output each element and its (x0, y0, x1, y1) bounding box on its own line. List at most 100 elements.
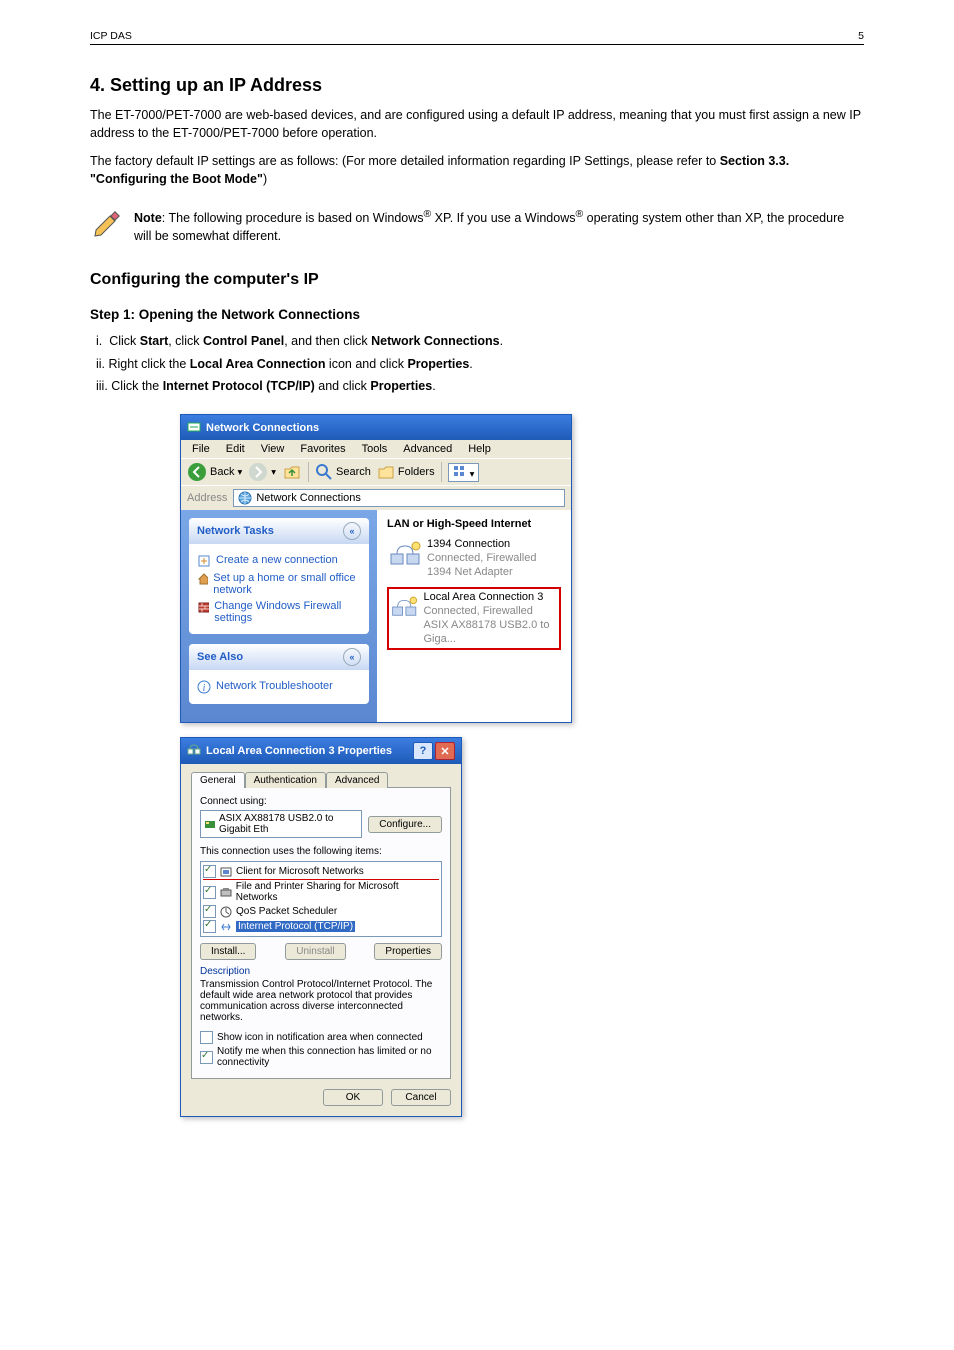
description-text: Transmission Control Protocol/Internet P… (200, 979, 442, 1023)
search-button[interactable]: Search (315, 463, 371, 481)
list-item[interactable]: File and Printer Sharing for Microsoft N… (203, 880, 439, 904)
views-button[interactable]: ▾ (448, 463, 480, 482)
connect-using-label: Connect using: (200, 796, 442, 807)
menu-view[interactable]: View (254, 442, 292, 456)
section-heading: Configuring the computer's IP (90, 271, 864, 289)
info-icon: i (197, 680, 211, 694)
header-left: ICP DAS (90, 30, 132, 42)
notify-checkbox[interactable]: Notify me when this connection has limit… (200, 1046, 442, 1068)
wizard-icon (197, 554, 211, 568)
network-connections-window: Network Connections File Edit View Favor… (180, 414, 572, 723)
tab-general[interactable]: General (191, 772, 245, 788)
step-list: i. Click Start, click Control Panel, and… (90, 332, 864, 396)
items-list[interactable]: Client for Microsoft Networks File and P… (200, 861, 442, 937)
ok-button[interactable]: OK (323, 1089, 383, 1106)
menubar[interactable]: File Edit View Favorites Tools Advanced … (181, 440, 571, 458)
task-setup-network[interactable]: Set up a home or small office network (197, 572, 361, 596)
share-icon (220, 886, 232, 898)
firewall-icon (197, 600, 209, 614)
adapter-field: ASIX AX88178 USB2.0 to Gigabit Eth (200, 810, 362, 838)
header-right: 5 (858, 30, 864, 42)
checkbox-icon[interactable] (200, 1031, 213, 1044)
toolbar: Back ▾ ▾ Search Folders (181, 458, 571, 485)
checkbox-icon[interactable] (203, 920, 216, 933)
list-item[interactable]: QoS Packet Scheduler (203, 904, 439, 919)
search-icon (315, 463, 333, 481)
address-label: Address (187, 492, 227, 504)
address-input[interactable]: Network Connections (233, 489, 565, 507)
menu-help[interactable]: Help (461, 442, 498, 456)
list-item-tcpip[interactable]: Internet Protocol (TCP/IP) (203, 919, 439, 934)
window-title: Network Connections (206, 422, 319, 434)
help-button[interactable]: ? (413, 742, 433, 760)
menu-file[interactable]: File (185, 442, 217, 456)
nic-icon (205, 819, 215, 829)
install-button[interactable]: Install... (200, 943, 256, 960)
window-icon (187, 419, 201, 436)
link-troubleshooter[interactable]: iNetwork Troubleshooter (197, 680, 361, 694)
collapse-icon[interactable]: « (343, 522, 361, 540)
network-tasks-header[interactable]: Network Tasks « (189, 518, 369, 544)
menu-advanced[interactable]: Advanced (396, 442, 459, 456)
properties-dialog: Local Area Connection 3 Properties ? ✕ G… (180, 737, 462, 1117)
net-icon (238, 491, 252, 505)
note-text: The following procedure is based on Wind… (134, 211, 844, 243)
forward-icon (248, 462, 268, 482)
page-header: ICP DAS 5 (90, 30, 864, 45)
page-title: 4. Setting up an IP Address (90, 75, 864, 96)
folders-button[interactable]: Folders (377, 463, 435, 481)
connection-1394[interactable]: 1394 Connection Connected, Firewalled 13… (387, 536, 561, 581)
checkbox-icon[interactable] (203, 886, 216, 899)
protocol-icon (220, 921, 232, 933)
step-heading: Step 1: Opening the Network Connections (90, 307, 864, 322)
connection-lan3[interactable]: Local Area Connection 3 Connected, Firew… (387, 587, 561, 650)
menu-tools[interactable]: Tools (355, 442, 395, 456)
tab-authentication[interactable]: Authentication (245, 772, 326, 788)
checkbox-icon[interactable] (203, 905, 216, 918)
folders-icon (377, 463, 395, 481)
tabs: General Authentication Advanced (191, 772, 451, 788)
folder-up-icon (282, 462, 302, 482)
forward-button[interactable]: ▾ (248, 462, 276, 482)
menu-favorites[interactable]: Favorites (293, 442, 352, 456)
list-item[interactable]: Client for Microsoft Networks (203, 864, 439, 880)
connection-icon (389, 538, 421, 570)
titlebar[interactable]: Local Area Connection 3 Properties ? ✕ (181, 738, 461, 764)
addressbar: Address Network Connections (181, 485, 571, 510)
connections-pane: LAN or High-Speed Internet 1394 Connecti… (377, 510, 571, 722)
connection-icon (391, 591, 417, 623)
step-item: ii. Right click the Local Area Connectio… (96, 355, 864, 374)
up-button[interactable] (282, 462, 302, 482)
titlebar[interactable]: Network Connections (181, 415, 571, 440)
tab-advanced[interactable]: Advanced (326, 772, 388, 788)
uses-label: This connection uses the following items… (200, 846, 442, 857)
qos-icon (220, 906, 232, 918)
configure-button[interactable]: Configure... (368, 816, 442, 833)
intro-paragraph-2: The factory default IP settings are as f… (90, 152, 864, 188)
uninstall-button: Uninstall (285, 943, 345, 960)
collapse-icon[interactable]: « (343, 648, 361, 666)
window-icon (187, 743, 201, 760)
task-create-connection[interactable]: Create a new connection (197, 554, 361, 568)
step-item: iii. Click the Internet Protocol (TCP/IP… (96, 377, 864, 396)
checkbox-icon[interactable] (200, 1051, 213, 1064)
description-label: Description (200, 966, 442, 977)
cancel-button[interactable]: Cancel (391, 1089, 451, 1106)
properties-button[interactable]: Properties (374, 943, 442, 960)
sidebar: Network Tasks « Create a new connection … (181, 510, 377, 722)
intro-paragraph: The ET-7000/PET-7000 are web-based devic… (90, 106, 864, 142)
back-button[interactable]: Back ▾ (187, 462, 242, 482)
client-icon (220, 866, 232, 878)
note-box: Note: The following procedure is based o… (90, 207, 864, 245)
see-also-header[interactable]: See Also « (189, 644, 369, 670)
menu-edit[interactable]: Edit (219, 442, 252, 456)
svg-text:i: i (203, 683, 206, 694)
task-firewall[interactable]: Change Windows Firewall settings (197, 600, 361, 624)
show-icon-checkbox[interactable]: Show icon in notification area when conn… (200, 1031, 442, 1044)
window-title: Local Area Connection 3 Properties (206, 745, 392, 757)
close-button[interactable]: ✕ (435, 742, 455, 760)
checkbox-icon[interactable] (203, 865, 216, 878)
group-label: LAN or High-Speed Internet (387, 518, 561, 530)
pencil-icon (90, 207, 124, 241)
home-icon (197, 572, 208, 586)
